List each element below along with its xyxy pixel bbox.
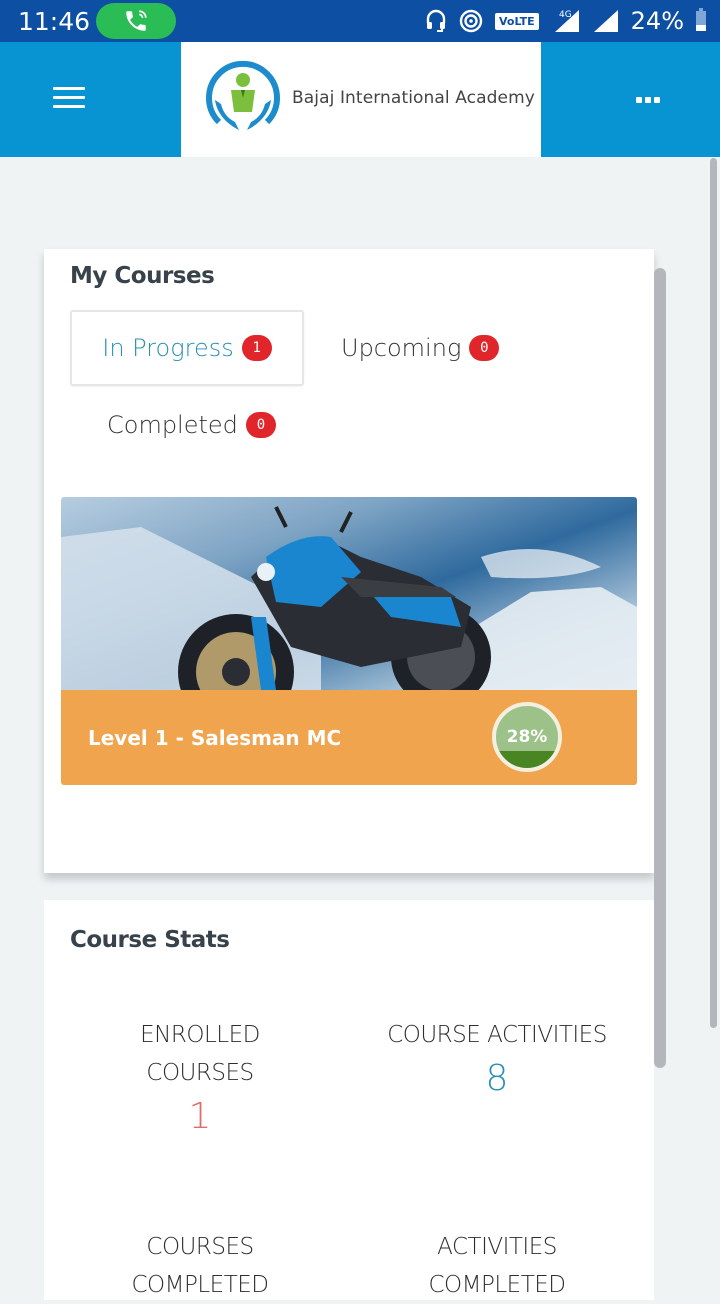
- signal-icon: [593, 10, 618, 32]
- stat-courses-completed: COURSES COMPLETED: [50, 1228, 350, 1304]
- ongoing-call-indicator[interactable]: [96, 3, 176, 39]
- volte-indicator: VoLTE: [494, 12, 539, 30]
- stat-label: COMPLETED: [428, 1272, 566, 1298]
- more-options-button[interactable]: [636, 97, 660, 103]
- stat-label: COURSE ACTIVITIES: [387, 1022, 607, 1048]
- stat-label: ENROLLED: [140, 1022, 260, 1048]
- brand-name: Bajaj International Academy: [292, 88, 535, 108]
- tab-label: Upcoming: [341, 334, 462, 362]
- tab-label: Completed: [107, 411, 238, 439]
- count-badge: 0: [245, 412, 276, 438]
- stat-label: COURSES: [146, 1060, 254, 1086]
- hamburger-icon-bar: [53, 87, 85, 90]
- signal-4g-icon: 4G: [554, 10, 579, 32]
- stat-label: COMPLETED: [131, 1272, 269, 1298]
- more-horizontal-icon: [645, 97, 651, 103]
- course-stats-title: Course Stats: [70, 927, 230, 953]
- more-horizontal-icon: [636, 97, 642, 103]
- tab-label: In Progress: [102, 334, 234, 362]
- stat-value: 1: [188, 1096, 212, 1137]
- stat-enrolled-courses: ENROLLED COURSES 1: [50, 1016, 350, 1137]
- hamburger-icon-bar: [53, 96, 85, 99]
- stat-label: COURSES: [146, 1234, 254, 1260]
- stat-value: 8: [485, 1058, 509, 1099]
- academy-logo-icon: [206, 61, 280, 130]
- hamburger-icon-bar: [53, 105, 85, 108]
- hamburger-menu-button[interactable]: [53, 87, 85, 111]
- content-scrollbar[interactable]: [654, 268, 666, 1068]
- course-info-bar: Level 1 - Salesman MC 28%: [61, 690, 637, 785]
- course-thumbnail-image: [61, 497, 637, 690]
- course-name: Level 1 - Salesman MC: [88, 726, 342, 750]
- page-scrollbar[interactable]: [710, 158, 717, 1028]
- count-badge: 0: [469, 335, 500, 361]
- stat-activities-completed: ACTIVITIES COMPLETED: [347, 1228, 647, 1304]
- status-bar: 11:46 VoLTE 4G 24%: [0, 0, 720, 42]
- progress-percent: 28%: [506, 727, 548, 747]
- status-time: 11:46: [18, 7, 91, 36]
- more-horizontal-icon: [654, 97, 660, 103]
- count-badge: 1: [241, 335, 272, 361]
- course-stats-card: Course Stats ENROLLED COURSES 1 COURSE A…: [44, 900, 654, 1300]
- motorcycle-image: [61, 506, 637, 690]
- hotspot-icon: [459, 9, 483, 33]
- tab-in-progress[interactable]: In Progress 1: [70, 310, 304, 386]
- phone-call-icon: [126, 10, 147, 31]
- my-courses-title: My Courses: [70, 263, 215, 289]
- course-tile[interactable]: Level 1 - Salesman MC 28%: [61, 497, 637, 785]
- course-progress-indicator: 28%: [492, 702, 562, 772]
- stat-course-activities: COURSE ACTIVITIES 8: [347, 1016, 647, 1099]
- my-courses-card: My Courses In Progress 1 Upcoming 0 Comp…: [44, 249, 654, 873]
- battery-icon: [696, 8, 706, 31]
- brand-logo[interactable]: Bajaj International Academy: [181, 42, 541, 157]
- headset-icon: [426, 9, 446, 32]
- app-bar: Bajaj International Academy: [0, 42, 720, 157]
- battery-percent: 24%: [630, 7, 684, 35]
- tab-completed[interactable]: Completed 0: [107, 389, 276, 461]
- tab-upcoming[interactable]: Upcoming 0: [341, 310, 500, 386]
- stat-label: ACTIVITIES: [437, 1234, 557, 1260]
